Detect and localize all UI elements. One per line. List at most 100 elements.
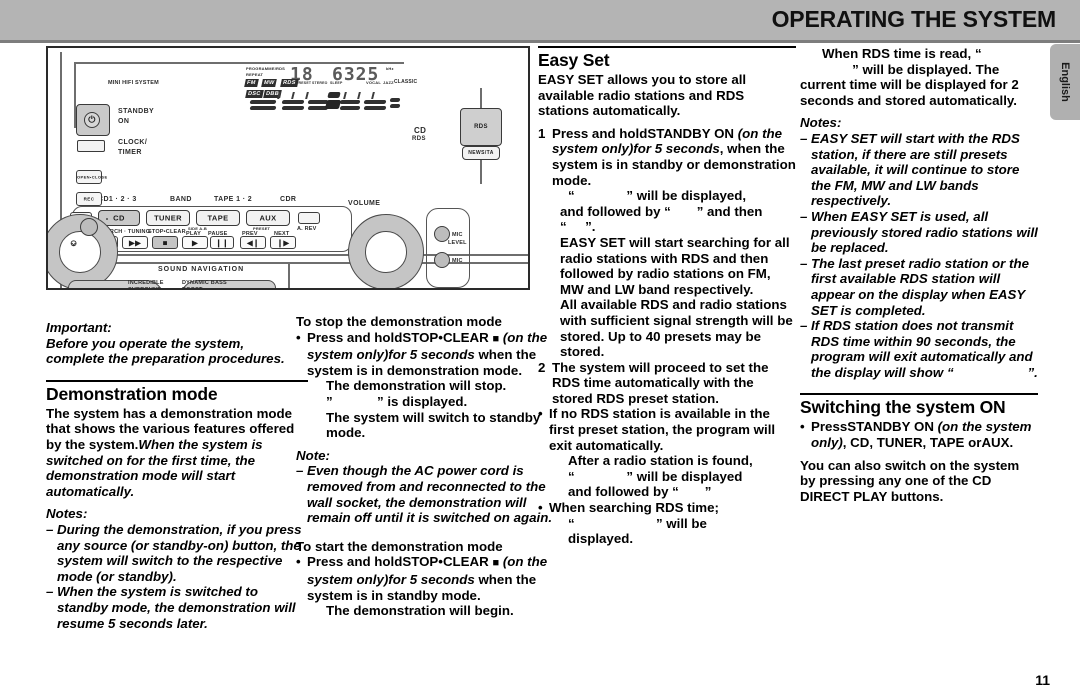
rds-time-line-3: current time will be displayed for 2 sec… bbox=[800, 77, 1019, 108]
rec-button[interactable]: REC bbox=[76, 192, 102, 206]
source-button-tape[interactable]: TAPE bbox=[196, 210, 240, 226]
transport-button-search-forward[interactable]: ▶▶ bbox=[122, 236, 148, 249]
mic-level-label-line1: MIC bbox=[452, 232, 463, 238]
column2-note-1-text: Even though the AC power cord is removed… bbox=[307, 463, 553, 526]
transport-button-play[interactable]: ▶ bbox=[182, 236, 208, 249]
hifi-system-front-panel-diagram: MINI HIFI SYSTEM ⏻ STANDBY ON CLOCK/ TIM… bbox=[46, 46, 530, 290]
rds-button-label: RDS bbox=[474, 124, 488, 130]
easy-set-step-1: 1 Press and holdSTANDBY ON (on the syste… bbox=[538, 126, 796, 188]
lcd-display: PROGRAMME/RDS REPEAT 18 6325 kHz FM MW R… bbox=[244, 64, 417, 116]
easy-set-rule bbox=[538, 46, 796, 48]
switching-period: . bbox=[1009, 435, 1014, 451]
clock-timer-label-line2: TIMER bbox=[118, 149, 142, 156]
easy-set-step-2-number: 2 bbox=[538, 359, 546, 375]
bullet1-sub2-cont: and followed by “ bbox=[568, 484, 679, 500]
news-ta-button[interactable]: NEWS/TA bbox=[462, 146, 500, 160]
dynamic-bass-label-line2: BOOST bbox=[182, 287, 203, 290]
transport-button-next[interactable]: ❙▶ bbox=[270, 236, 296, 249]
transport-button-prev[interactable]: ◀❙ bbox=[240, 236, 266, 249]
easy-set-bullet-2-text: When searching RDS time; bbox=[549, 500, 719, 516]
source-button-aux[interactable]: AUX bbox=[246, 210, 290, 226]
start-demo-press-hold: Press and hold bbox=[307, 554, 403, 570]
column1-notes-heading: Notes: bbox=[46, 506, 88, 522]
left-jog-dial[interactable] bbox=[106, 218, 108, 220]
important-line-2: complete the preparation procedures. bbox=[46, 351, 285, 367]
easy-set-bullet-2: • When searching RDS time; bbox=[538, 500, 796, 516]
column-two: To stop the demonstration mode • Press a… bbox=[296, 314, 558, 619]
lcd-genre-vocal: VOCAL bbox=[366, 80, 381, 85]
step1-sub-1-end: “ bbox=[560, 219, 567, 235]
bullet2-sub-open: “ bbox=[568, 515, 575, 531]
volume-label: VOLUME bbox=[348, 200, 381, 207]
lcd-label-dsc: DSC bbox=[245, 90, 264, 98]
rec-label: REC bbox=[83, 196, 95, 202]
easy-set-bullet-2-sub-1: “ ” will be bbox=[538, 516, 796, 532]
easy-set-bullet-1-text: If no RDS station is available in the fi… bbox=[549, 406, 776, 453]
source-button-tuner[interactable]: TUNER bbox=[146, 210, 190, 226]
volume-dial[interactable] bbox=[348, 214, 424, 288]
step1-sub-1-line2: and followed by “ ” and then bbox=[538, 204, 796, 220]
transport-button-stop-clear[interactable]: ■ bbox=[152, 236, 178, 249]
rds-button[interactable]: RDS bbox=[460, 108, 502, 146]
transport-glyph-prev: ◀❙ bbox=[246, 238, 260, 247]
start-demo-bullet: • Press and holdSTOP•CLEAR ■ (on the sys… bbox=[296, 554, 548, 603]
power-icon: ⏻ bbox=[84, 112, 100, 128]
step1-sub-1-line1: “ ” will be displayed, bbox=[538, 188, 796, 204]
language-tab-label: English bbox=[1059, 62, 1071, 102]
easy-set-step-1-number: 1 bbox=[538, 125, 546, 141]
stop-clear-label: STOP•CLEAR bbox=[148, 229, 186, 235]
cd-rds-logo-line2: RDS bbox=[412, 136, 426, 142]
language-tab-english: English bbox=[1050, 44, 1080, 120]
open-close-button[interactable]: OPEN•CLOSE bbox=[76, 170, 107, 184]
stop-demo-sub-1: The demonstration will stop. bbox=[326, 378, 507, 394]
switching-aux: AUX bbox=[981, 435, 1010, 451]
bullet1-sub2-end: ” bbox=[704, 484, 712, 500]
column1-note-2: – When the system is switched to standby… bbox=[46, 584, 308, 631]
start-demo-square-icon: ■ bbox=[492, 557, 500, 570]
column4-note-3-text: The last preset radio station or the fir… bbox=[811, 255, 1029, 318]
mic-level-label-line2: LEVEL bbox=[448, 240, 467, 246]
headphone-jack[interactable] bbox=[80, 218, 98, 236]
transport-button-pause[interactable]: ❙❙ bbox=[210, 236, 234, 249]
column-four: When RDS time is read, “ ” will be displ… bbox=[800, 46, 1038, 504]
lcd-indicator-repeat: REPEAT bbox=[246, 72, 264, 77]
switching-or: or bbox=[968, 435, 982, 451]
source-button-cd-label: CD bbox=[113, 213, 125, 223]
stop-demo-sub-3: The system will switch to standby mode. bbox=[326, 409, 541, 441]
clock-timer-button[interactable] bbox=[77, 140, 105, 152]
switching-on-paragraph: You can also switch on the system by pre… bbox=[800, 458, 1038, 505]
dynamic-bass-label-line1: DYNAMIC BASS bbox=[182, 280, 227, 286]
lcd-preset-small-3: SLEEP bbox=[330, 81, 343, 85]
source-button-aux-label: AUX bbox=[259, 213, 277, 223]
stop-demo-for-5-seconds: for 5 seconds bbox=[388, 347, 475, 363]
stop-demo-stop-clear: STOP•CLEAR bbox=[402, 329, 489, 345]
transport-glyph-stop: ■ bbox=[162, 238, 168, 247]
switching-sources: , CD, TUNER, TAPE bbox=[842, 435, 965, 451]
rds-time-line-2: ” will be displayed. The bbox=[800, 62, 1038, 78]
volume-dial-hub bbox=[365, 231, 407, 273]
column4-note-1: – EASY SET will start with the RDS stati… bbox=[800, 131, 1038, 209]
step1-sub-1-cont: and followed by “ bbox=[560, 203, 671, 219]
important-line-1: Before you operate the system, bbox=[46, 335, 245, 351]
column4-note-2-text: When EASY SET is used, all previously st… bbox=[811, 208, 1038, 256]
transport-glyph-pause: ❙❙ bbox=[215, 238, 229, 247]
column1-note-1-text: During the demonstration, if you press a… bbox=[57, 521, 302, 584]
incredible-surround-label-line2: SURROUND bbox=[128, 287, 162, 290]
column1-note-2-text: When the system is switched to standby m… bbox=[57, 584, 296, 631]
auto-reverse-label: A. REV bbox=[297, 226, 317, 232]
page-number: 11 bbox=[1035, 672, 1050, 688]
stop-demo-sub-2-close: ” is displayed. bbox=[377, 393, 468, 409]
sound-navigation-title: SOUND NAVIGATION bbox=[158, 266, 245, 273]
header-divider bbox=[0, 40, 1080, 43]
auto-reverse-button[interactable] bbox=[298, 212, 320, 224]
step1-sub-3: All available RDS and radio stations wit… bbox=[560, 297, 793, 360]
start-demo-heading: To start the demonstration mode bbox=[296, 538, 503, 554]
lcd-genre-jazz: JAZZ bbox=[383, 80, 394, 85]
easy-set-bullet-1-sub-3: and followed by “ ” bbox=[538, 484, 796, 500]
headphone-icon: ⎉ bbox=[70, 238, 78, 248]
column2-note-1: – Even though the AC power cord is remov… bbox=[296, 463, 558, 525]
mic-jack[interactable] bbox=[434, 252, 450, 268]
source-group-label-tape: TAPE 1 · 2 bbox=[214, 196, 253, 203]
easy-set-step-2: 2 The system will proceed to set the RDS… bbox=[538, 360, 796, 407]
switching-on-bullet: • PressSTANDBY ON (on the system only), … bbox=[800, 419, 1032, 451]
